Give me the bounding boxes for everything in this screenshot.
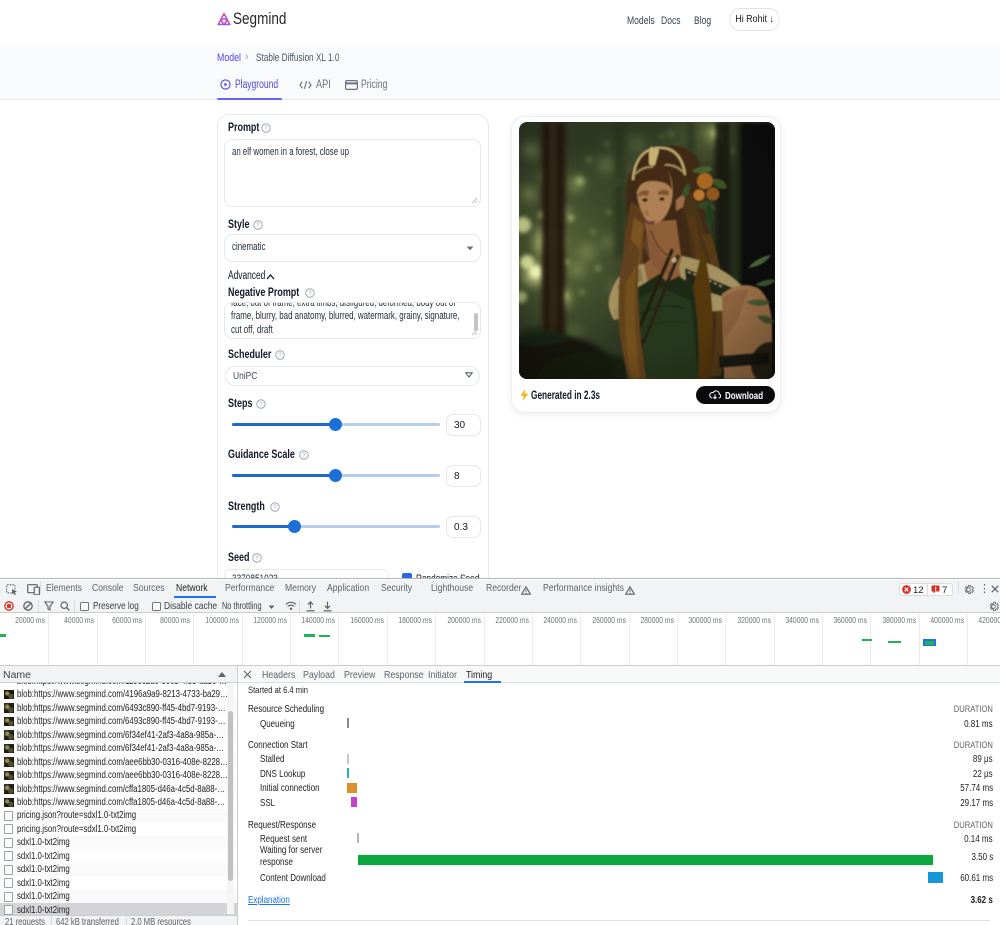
svg-text:?: ? xyxy=(273,504,277,511)
svg-text:?: ? xyxy=(308,290,312,297)
svg-text:?: ? xyxy=(256,222,260,229)
svg-text:?: ? xyxy=(264,125,268,132)
svg-text:?: ? xyxy=(302,452,306,459)
svg-text:?: ? xyxy=(259,401,263,408)
svg-text:?: ? xyxy=(278,352,282,359)
svg-text:?: ? xyxy=(255,555,259,562)
